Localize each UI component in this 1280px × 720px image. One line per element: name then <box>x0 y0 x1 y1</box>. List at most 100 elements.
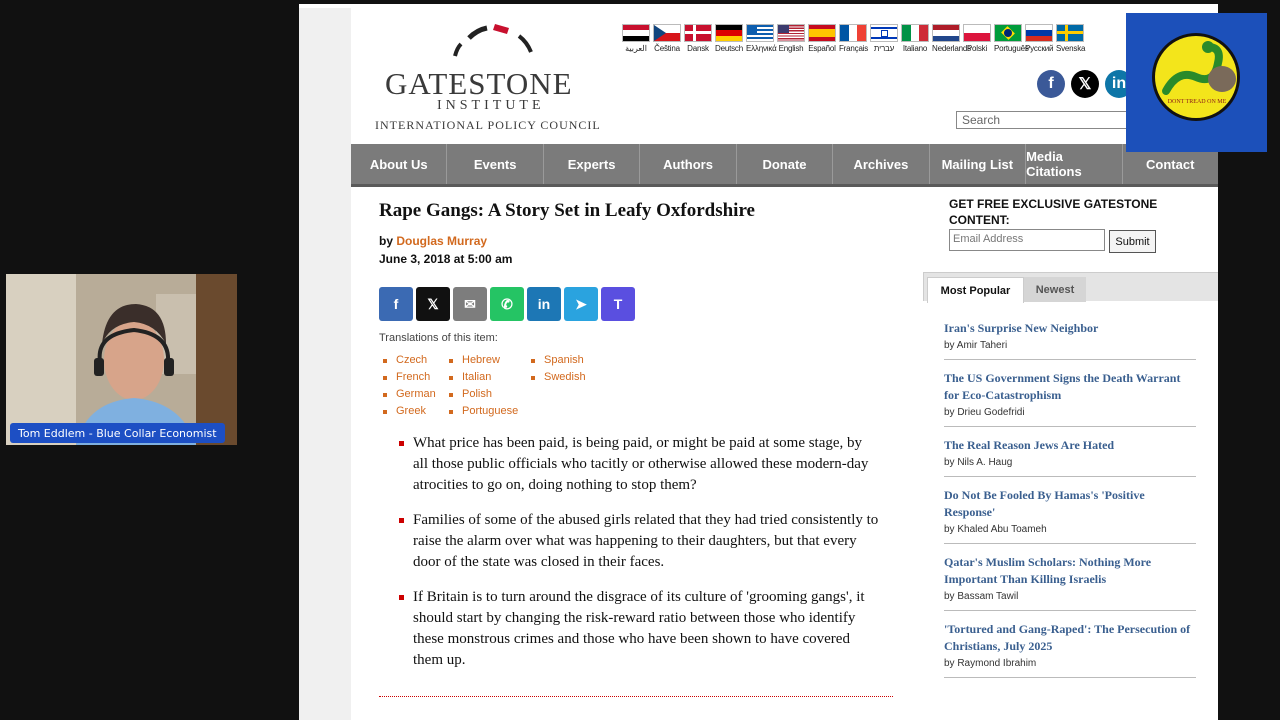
truth-share-icon[interactable]: T <box>601 287 635 321</box>
nav-item[interactable]: Mailing List <box>930 144 1027 184</box>
flag-label: Ελληνικά <box>746 44 777 53</box>
flag-czech-icon <box>653 24 681 42</box>
flag-label: Deutsch <box>715 44 743 53</box>
language-flag-link[interactable]: Polski <box>963 24 991 53</box>
translation-link[interactable]: Portuguese <box>449 405 531 417</box>
author-link[interactable]: Douglas Murray <box>396 234 487 248</box>
language-flag-link[interactable]: Nederlands <box>932 24 971 53</box>
popular-item-author: by Amir Taheri <box>944 340 1008 351</box>
translations-list: Czech Hebrew Spanish French Italian Swedish Ge… <box>383 354 899 417</box>
translation-link[interactable]: Swedish <box>531 371 591 383</box>
browser-page: GATESTONE INSTITUTE INTERNATIONAL POLICY… <box>299 4 1218 720</box>
language-flag-link[interactable]: Deutsch <box>715 24 743 53</box>
webcam-person-image <box>6 274 237 445</box>
popular-item-title[interactable]: Qatar's Muslim Scholars: Nothing More Im… <box>944 554 1196 588</box>
flag-russia-icon <box>1025 24 1053 42</box>
logo-arcs-icon <box>453 24 533 57</box>
popular-item-title[interactable]: The US Government Signs the Death Warran… <box>944 370 1196 404</box>
nav-item[interactable]: Experts <box>544 144 641 184</box>
nav-item[interactable]: Donate <box>737 144 834 184</box>
translation-link[interactable]: Polish <box>449 388 531 400</box>
article-title: Rape Gangs: A Story Set in Leafy Oxfords… <box>379 200 755 221</box>
gadsden-badge: DONT TREAD ON ME <box>1126 13 1267 152</box>
gatestone-logo[interactable]: GATESTONE INSTITUTE INTERNATIONAL POLICY… <box>375 18 605 132</box>
article-divider <box>379 696 893 697</box>
popular-item-author: by Drieu Godefridi <box>944 407 1025 418</box>
linkedin-share-icon[interactable]: in <box>527 287 561 321</box>
nav-item[interactable]: Authors <box>640 144 737 184</box>
translation-link[interactable]: Italian <box>449 371 531 383</box>
popular-item-author: by Nils A. Haug <box>944 457 1013 468</box>
translation-link[interactable]: Hebrew <box>449 354 531 366</box>
x-share-icon[interactable]: 𝕏 <box>416 287 450 321</box>
gadsden-snake-icon: DONT TREAD ON ME <box>1152 33 1240 121</box>
flag-label: Polski <box>966 44 988 53</box>
language-flag-link[interactable]: Español <box>808 24 836 53</box>
language-flag-link[interactable]: Italiano <box>901 24 929 53</box>
facebook-share-icon[interactable]: f <box>379 287 413 321</box>
email-share-icon[interactable]: ✉ <box>453 287 487 321</box>
gatestone-page: GATESTONE INSTITUTE INTERNATIONAL POLICY… <box>351 4 1218 720</box>
summary-bullet: Families of some of the abused girls rel… <box>399 510 879 573</box>
flag-label: English <box>778 44 804 53</box>
newsletter-heading: GET FREE EXCLUSIVE GATESTONE CONTENT: <box>949 197 1158 227</box>
flag-usa-icon <box>777 24 805 42</box>
badge-text: DONT TREAD ON ME <box>1168 99 1227 105</box>
nav-item[interactable]: About Us <box>351 144 448 184</box>
language-flag-link[interactable]: Dansk <box>684 24 712 53</box>
popular-item-title[interactable]: 'Tortured and Gang-Raped': The Persecuti… <box>944 621 1196 655</box>
x-icon[interactable]: 𝕏 <box>1071 70 1099 98</box>
language-flag-link[interactable]: Svenska <box>1056 24 1085 53</box>
flag-spain-icon <box>808 24 836 42</box>
article-date: June 3, 2018 at 5:00 am <box>379 252 513 266</box>
translations-title: Translations of this item: <box>379 332 498 344</box>
flag-france-icon <box>839 24 867 42</box>
byline: by Douglas Murray <box>379 234 899 248</box>
tab-most-popular[interactable]: Most Popular <box>927 277 1024 303</box>
facebook-icon[interactable]: f <box>1037 70 1065 98</box>
translation-link[interactable]: German <box>383 388 449 400</box>
sidebar-tabs: Most Popular Newest <box>923 272 1218 303</box>
main-nav: About Us Events Experts Authors Donate Archiv… <box>351 144 1218 187</box>
tab-newest[interactable]: Newest <box>1024 277 1086 302</box>
flag-label: العربية <box>625 44 647 53</box>
share-buttons: f 𝕏 ✉ ✆ in ➤ T <box>379 287 899 321</box>
flag-greece-icon <box>746 24 774 42</box>
whatsapp-share-icon[interactable]: ✆ <box>490 287 524 321</box>
language-flags: العربية Čeština Dansk Deutsch Ελληνικά Englis… <box>622 24 1085 53</box>
telegram-share-icon[interactable]: ➤ <box>564 287 598 321</box>
flag-label: Dansk <box>687 44 709 53</box>
email-field[interactable]: Email Address <box>949 229 1105 251</box>
translation-link[interactable]: Czech <box>383 354 449 366</box>
translation-link[interactable]: Spanish <box>531 354 591 366</box>
popular-item: Iran's Surprise New Neighbor by Amir Tahe… <box>944 320 1196 360</box>
flag-italy-icon <box>901 24 929 42</box>
popular-item-title[interactable]: The Real Reason Jews Are Hated <box>944 437 1196 454</box>
language-flag-link[interactable]: Français <box>839 24 868 53</box>
translation-empty <box>531 405 591 417</box>
nav-item[interactable]: Archives <box>833 144 930 184</box>
language-flag-link[interactable]: Ελληνικά <box>746 24 777 53</box>
language-flag-link[interactable]: English <box>777 24 805 53</box>
flag-poland-icon <box>963 24 991 42</box>
popular-item-title[interactable]: Do Not Be Fooled By Hamas's 'Positive Re… <box>944 487 1196 521</box>
logo-institute: INSTITUTE <box>437 98 545 113</box>
language-flag-link[interactable]: עברית <box>870 24 898 53</box>
popular-item-title[interactable]: Iran's Surprise New Neighbor <box>944 320 1196 337</box>
popular-item-author: by Khaled Abu Toameh <box>944 524 1047 535</box>
submit-button[interactable]: Submit <box>1109 230 1156 253</box>
language-flag-link[interactable]: العربية <box>622 24 650 53</box>
flag-label: Português <box>994 44 1029 53</box>
flag-label: Nederlands <box>932 44 971 53</box>
popular-list: Iran's Surprise New Neighbor by Amir Tahe… <box>944 320 1196 688</box>
translation-link[interactable]: French <box>383 371 449 383</box>
nav-item[interactable]: Media Citations <box>1026 144 1123 184</box>
summary-bullet: What price has been paid, is being paid,… <box>399 433 879 496</box>
flag-sweden-icon <box>1056 24 1084 42</box>
language-flag-link[interactable]: Português <box>994 24 1029 53</box>
language-flag-link[interactable]: Čeština <box>653 24 681 53</box>
nav-item[interactable]: Events <box>447 144 544 184</box>
translation-link[interactable]: Greek <box>383 405 449 417</box>
language-flag-link[interactable]: Русский <box>1025 24 1053 53</box>
popular-item: The Real Reason Jews Are Hated by Nils A.… <box>944 437 1196 477</box>
